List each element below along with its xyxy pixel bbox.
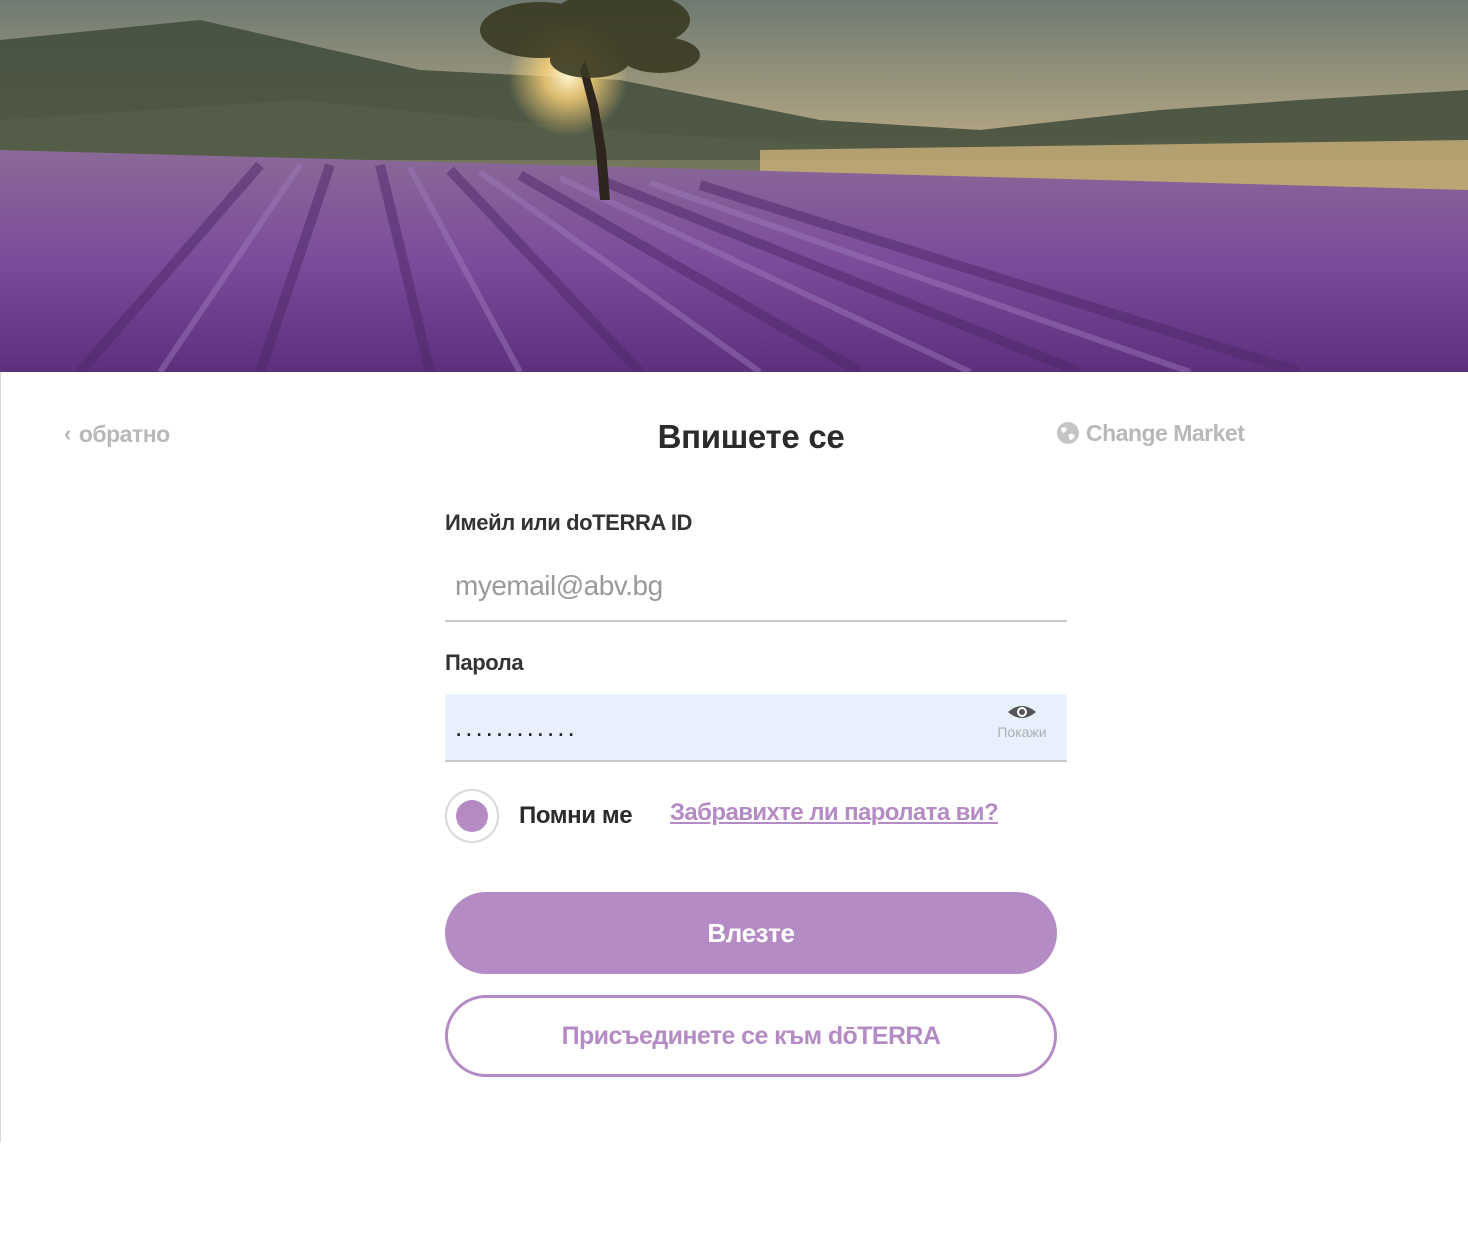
show-password-toggle[interactable]: Покажи: [987, 702, 1057, 752]
change-market-label: Change Market: [1086, 419, 1245, 446]
eye-icon: [1008, 706, 1036, 718]
back-label: обратно: [78, 420, 170, 447]
globe-icon: [1057, 422, 1079, 444]
remember-me-row: Помни ме: [445, 787, 633, 845]
remember-me-toggle[interactable]: [445, 789, 499, 843]
password-label: Парола: [445, 650, 524, 675]
change-market-link[interactable]: Change Market: [1056, 418, 1245, 448]
password-field-wrapper: Покажи: [445, 694, 1067, 762]
lavender-field-illustration: [0, 0, 1468, 372]
page-title: Впишете се: [657, 418, 845, 455]
remember-me-label: Помни ме: [519, 802, 633, 829]
remember-me-indicator: [456, 800, 488, 832]
show-password-label: Покажи: [997, 724, 1047, 740]
page-bottom-blank: [0, 1142, 1468, 1245]
back-link[interactable]: ‹ обратно: [64, 420, 170, 448]
hero-banner-image: [0, 0, 1468, 372]
join-doterra-button[interactable]: Присъединете се към dōTERRA: [445, 995, 1057, 1077]
login-button[interactable]: Влезте: [445, 892, 1057, 974]
email-label: Имейл или doTERRA ID: [445, 510, 693, 535]
chevron-left-icon: ‹: [64, 421, 71, 446]
password-field[interactable]: [445, 694, 965, 760]
forgot-password-link[interactable]: Забравихте ли паролата ви?: [670, 799, 999, 827]
email-field-wrapper: [445, 556, 1067, 622]
email-field[interactable]: [445, 556, 1067, 616]
